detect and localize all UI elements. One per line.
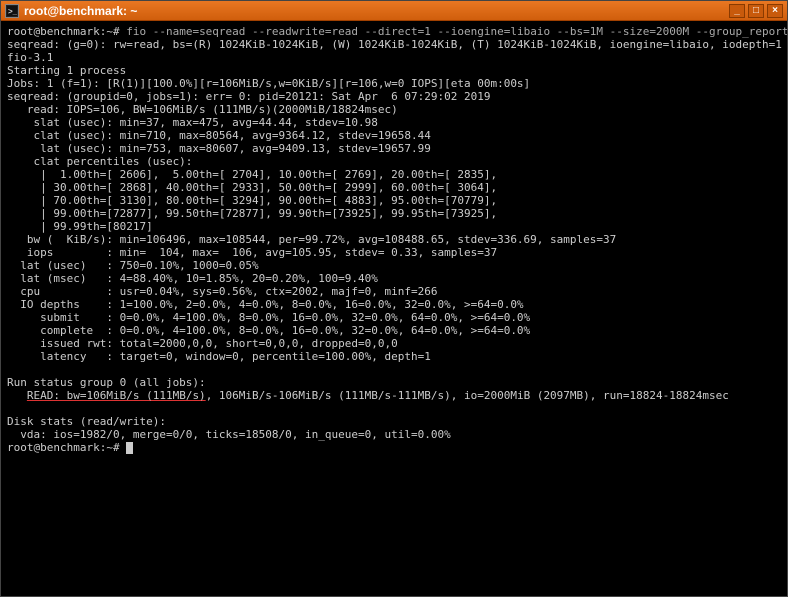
minimize-button[interactable]: _ [729, 4, 745, 18]
svg-text:>_: >_ [8, 7, 17, 16]
output-line: clat percentiles (usec): [7, 155, 192, 168]
output-line: | 30.00th=[ 2868], 40.00th=[ 2933], 50.0… [7, 181, 497, 194]
output-line: seqread: (groupid=0, jobs=1): err= 0: pi… [7, 90, 490, 103]
output-line: latency : target=0, window=0, percentile… [7, 350, 431, 363]
output-line: issued rwt: total=2000,0,0, short=0,0,0,… [7, 337, 398, 350]
cursor [126, 442, 133, 454]
output-line: | 1.00th=[ 2606], 5.00th=[ 2704], 10.00t… [7, 168, 497, 181]
output-line: complete : 0=0.0%, 4=100.0%, 8=0.0%, 16=… [7, 324, 530, 337]
output-line: Run status group 0 (all jobs): [7, 376, 206, 389]
window-title: root@benchmark: ~ [24, 4, 729, 18]
output-line: seqread: (g=0): rw=read, bs=(R) 1024KiB-… [7, 38, 782, 51]
titlebar[interactable]: >_ root@benchmark: ~ _ □ × [1, 1, 787, 21]
command-line: fio --name=seqread --readwrite=read --di… [120, 25, 787, 38]
output-line: | 99.99th=[80217] [7, 220, 153, 233]
output-line-pre [7, 389, 27, 402]
output-line: submit : 0=0.0%, 4=100.0%, 8=0.0%, 16=0.… [7, 311, 530, 324]
prompt-hash: # [113, 25, 120, 38]
output-line: slat (usec): min=37, max=475, avg=44.44,… [7, 116, 378, 129]
output-line: IO depths : 1=100.0%, 2=0.0%, 4=0.0%, 8=… [7, 298, 524, 311]
prompt-user: root@benchmark [7, 25, 100, 38]
output-line: lat (usec) : 750=0.10%, 1000=0.05% [7, 259, 259, 272]
output-line: Jobs: 1 (f=1): [R(1)][100.0%][r=106MiB/s… [7, 77, 530, 90]
output-line: read: IOPS=106, BW=106MiB/s (111MB/s)(20… [7, 103, 398, 116]
prompt-path: ~ [106, 441, 113, 454]
output-line: fio-3.1 [7, 51, 53, 64]
output-line: lat (msec) : 4=88.40%, 10=1.85%, 20=0.20… [7, 272, 378, 285]
output-line: lat (usec): min=753, max=80607, avg=9409… [7, 142, 431, 155]
output-line: bw ( KiB/s): min=106496, max=108544, per… [7, 233, 616, 246]
app-icon: >_ [5, 4, 19, 18]
output-line: | 99.00th=[72877], 99.50th=[72877], 99.9… [7, 207, 497, 220]
window-controls: _ □ × [729, 4, 783, 18]
output-line: clat (usec): min=710, max=80564, avg=936… [7, 129, 431, 142]
output-line: Starting 1 process [7, 64, 126, 77]
output-line: iops : min= 104, max= 106, avg=105.95, s… [7, 246, 497, 259]
output-line-post: , 106MiB/s-106MiB/s (111MB/s-111MB/s), i… [206, 389, 729, 402]
prompt-hash: # [113, 441, 120, 454]
terminal-output[interactable]: root@benchmark:~# fio --name=seqread --r… [1, 21, 787, 596]
read-summary-highlight: READ: bw=106MiB/s (111MB/s) [27, 389, 206, 402]
prompt-path: ~ [106, 25, 113, 38]
output-line: Disk stats (read/write): [7, 415, 166, 428]
output-line: | 70.00th=[ 3130], 80.00th=[ 3294], 90.0… [7, 194, 497, 207]
prompt-user: root@benchmark [7, 441, 100, 454]
output-line: vda: ios=1982/0, merge=0/0, ticks=18508/… [7, 428, 451, 441]
close-button[interactable]: × [767, 4, 783, 18]
terminal-window: >_ root@benchmark: ~ _ □ × root@benchmar… [0, 0, 788, 597]
maximize-button[interactable]: □ [748, 4, 764, 18]
output-line: cpu : usr=0.04%, sys=0.56%, ctx=2002, ma… [7, 285, 437, 298]
